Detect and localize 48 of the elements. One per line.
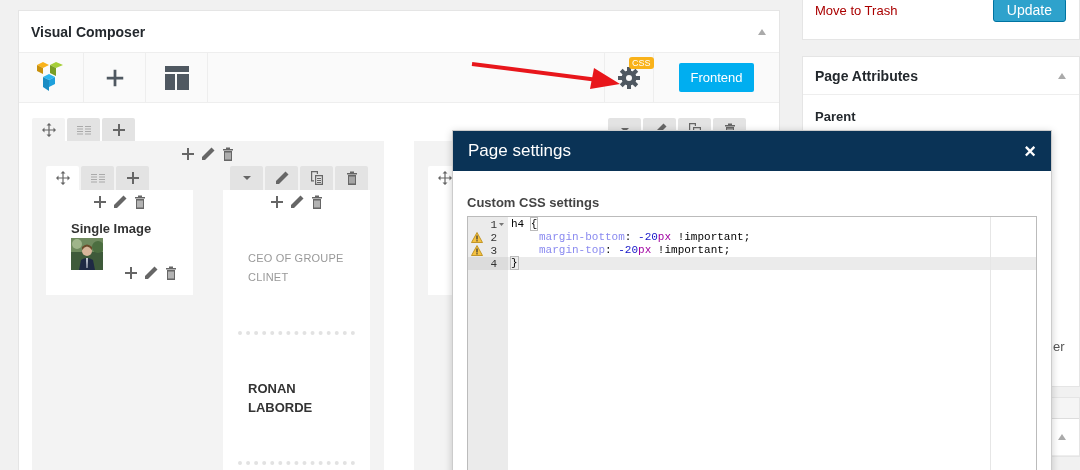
plus-icon[interactable] [268, 194, 285, 210]
trash-icon[interactable] [220, 146, 236, 162]
job-title: CEO OF GROUPE CLINET [248, 251, 345, 285]
line-number: 2 [490, 231, 497, 244]
copy-tab[interactable] [300, 166, 333, 190]
settings-icon[interactable] [617, 65, 641, 90]
pencil-icon[interactable] [288, 194, 305, 210]
trash-icon[interactable] [163, 265, 179, 281]
pencil-icon[interactable] [111, 194, 128, 210]
code-line: h4 { [510, 218, 539, 231]
parent-label: Parent [815, 109, 857, 124]
move-icon[interactable] [40, 121, 57, 138]
plus-tab[interactable] [102, 118, 135, 141]
trash-link[interactable]: Move to Trash [815, 3, 898, 18]
code-line: margin-bottom: -20px !important; [538, 231, 752, 244]
section-label: Custom CSS settings [467, 195, 601, 210]
move-icon[interactable] [436, 170, 453, 186]
box-title: Page Attributes [815, 67, 918, 84]
code-editor[interactable]: 1 2 3 4 h4 { margin-bottom: -20px !important; margin-top: -20px !important; } [467, 216, 1037, 470]
plus-icon[interactable] [123, 265, 139, 281]
pencil-icon[interactable] [200, 146, 216, 162]
panel-title: Visual Composer [31, 23, 146, 40]
pencil-tab[interactable] [265, 166, 298, 190]
plus-tab[interactable] [116, 166, 149, 190]
pencil-icon[interactable] [273, 170, 290, 186]
plus-icon[interactable] [180, 146, 196, 162]
dialog-title: Page settings [468, 141, 571, 161]
layout-icon[interactable] [163, 64, 190, 91]
trash-tab[interactable] [335, 166, 368, 190]
partial-text: er [1053, 339, 1066, 354]
line-number: 1 [490, 218, 497, 231]
pencil-icon[interactable] [143, 265, 159, 281]
fold-icon[interactable] [497, 220, 506, 229]
collapse-icon[interactable] [1057, 71, 1067, 80]
plus-icon[interactable] [124, 170, 141, 186]
plus-icon[interactable] [110, 121, 127, 138]
copy-icon[interactable] [308, 170, 325, 186]
line-number: 3 [490, 244, 497, 257]
person-name: RONAN LABORDE [248, 380, 314, 417]
close-button[interactable]: × [1024, 139, 1036, 163]
move-icon[interactable] [54, 170, 71, 186]
line-number: 4 [490, 257, 497, 270]
collapse-icon[interactable] [1057, 433, 1067, 441]
element-title: Single Image [71, 221, 153, 236]
css-badge: CSS [629, 57, 654, 69]
code-line: margin-top: -20px !important; [538, 244, 732, 257]
plus-icon[interactable] [91, 194, 108, 210]
collapse-icon[interactable] [757, 27, 767, 36]
